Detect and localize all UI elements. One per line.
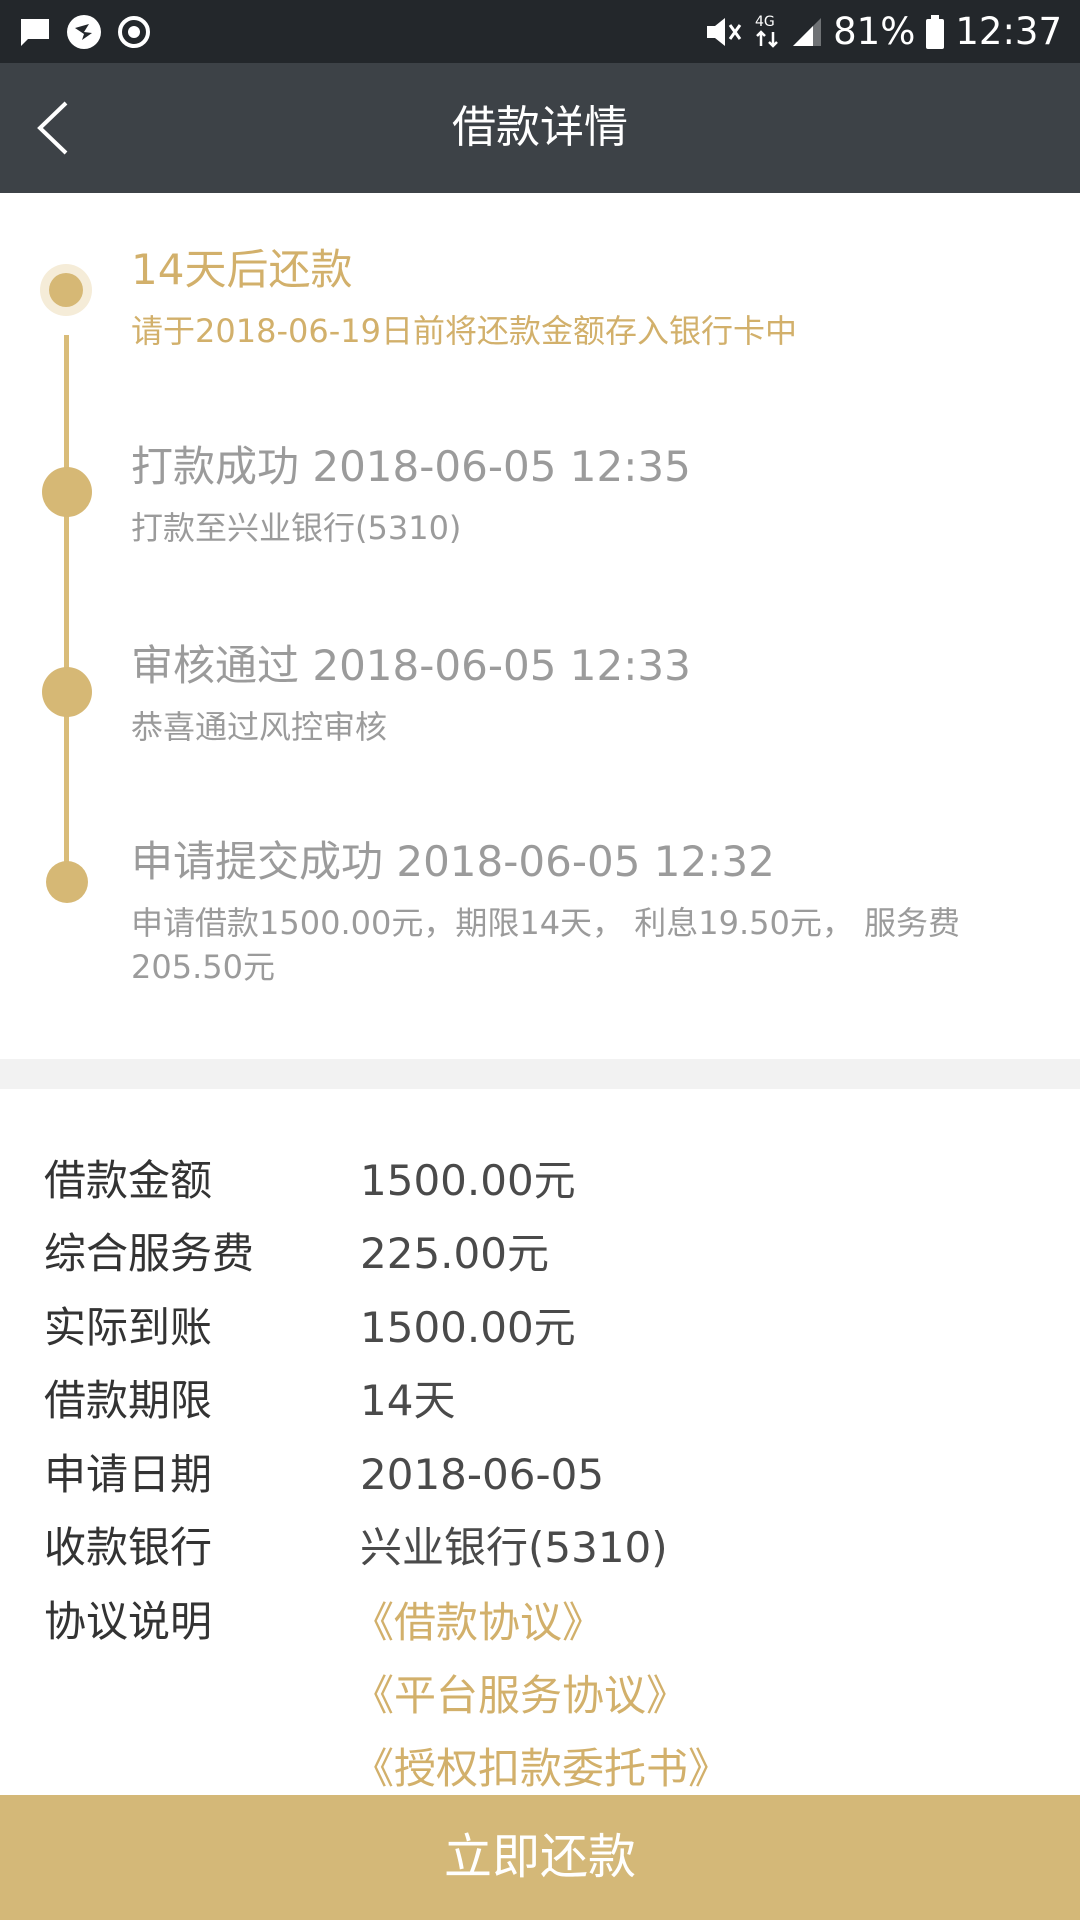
back-button[interactable] <box>26 97 86 159</box>
timeline-item-paid: 打款成功 2018-06-05 12:35 打款至兴业银行(5310) <box>131 442 1040 550</box>
timeline-item-submitted: 申请提交成功 2018-06-05 12:32 申请借款1500.00元，期限1… <box>131 837 1040 989</box>
timeline-title: 审核通过 2018-06-05 12:33 <box>131 641 691 690</box>
timeline-item-approved: 审核通过 2018-06-05 12:33 恭喜通过风控审核 <box>131 641 1040 749</box>
mute-icon <box>703 14 743 50</box>
bird-notification-icon <box>66 14 102 50</box>
data-arrows-icon: 4G <box>753 12 781 52</box>
timeline-desc: 打款至兴业银行(5310) <box>131 509 462 547</box>
detail-label: 申请日期 <box>44 1450 213 1499</box>
timeline-desc: 恭喜通过风控审核 <box>131 708 388 746</box>
detail-label: 协议说明 <box>44 1597 213 1646</box>
battery-icon <box>925 14 945 50</box>
page-title: 借款详情 <box>452 102 628 153</box>
timeline-dot <box>42 467 92 517</box>
detail-row-term: 借款期限 14天 <box>0 1364 1080 1438</box>
detail-value: 225.00元 <box>360 1229 549 1278</box>
signal-icon <box>791 16 823 48</box>
clock: 12:37 <box>955 10 1062 53</box>
timeline-dot-current <box>49 273 83 307</box>
detail-label: 借款期限 <box>44 1376 213 1425</box>
detail-label: 借款金额 <box>44 1156 213 1205</box>
detail-value: 1500.00元 <box>360 1303 576 1352</box>
detail-value: 1500.00元 <box>360 1156 576 1205</box>
detail-row-received: 实际到账 1500.00元 <box>0 1291 1080 1365</box>
detail-value: 14天 <box>360 1376 456 1425</box>
detail-row-apply-date: 申请日期 2018-06-05 <box>0 1438 1080 1512</box>
timeline-desc: 申请借款1500.00元，期限14天， 利息19.50元， 服务费205.50元 <box>131 904 961 986</box>
section-divider <box>0 1059 1080 1089</box>
detail-value: 兴业银行(5310) <box>360 1523 668 1572</box>
timeline-line <box>64 335 69 875</box>
loan-timeline: 14天后还款 请于2018-06-19日前将还款金额存入银行卡中 打款成功 20… <box>0 193 1080 1059</box>
sync-icon <box>116 14 152 50</box>
message-icon <box>18 16 52 48</box>
nav-bar: 借款详情 <box>0 63 1080 193</box>
chevron-left-icon <box>37 101 68 155</box>
repay-now-button[interactable]: 立即还款 <box>0 1795 1080 1920</box>
loan-agreement-link[interactable]: 《借款协议》 <box>352 1586 604 1660</box>
timeline-title: 申请提交成功 2018-06-05 12:32 <box>131 837 775 886</box>
detail-label: 实际到账 <box>44 1303 213 1352</box>
timeline-dot <box>46 861 88 903</box>
battery-percent: 81% <box>833 10 916 53</box>
timeline-desc: 请于2018-06-19日前将还款金额存入银行卡中 <box>131 312 797 350</box>
timeline-title: 14天后还款 <box>131 245 353 294</box>
detail-label: 收款银行 <box>44 1523 213 1572</box>
detail-row-service-fee: 综合服务费 225.00元 <box>0 1217 1080 1291</box>
detail-value: 2018-06-05 <box>360 1450 605 1499</box>
detail-label: 综合服务费 <box>44 1229 255 1278</box>
timeline-item-repay: 14天后还款 请于2018-06-19日前将还款金额存入银行卡中 <box>131 245 1040 353</box>
svg-text:4G: 4G <box>755 14 775 30</box>
platform-service-agreement-link[interactable]: 《平台服务协议》 <box>352 1659 688 1733</box>
detail-row-amount: 借款金额 1500.00元 <box>0 1144 1080 1218</box>
timeline-title: 打款成功 2018-06-05 12:35 <box>131 442 691 491</box>
status-bar: 4G 81% 12:37 <box>0 0 1080 63</box>
detail-row-bank: 收款银行 兴业银行(5310) <box>0 1511 1080 1585</box>
timeline-dot <box>42 667 92 717</box>
